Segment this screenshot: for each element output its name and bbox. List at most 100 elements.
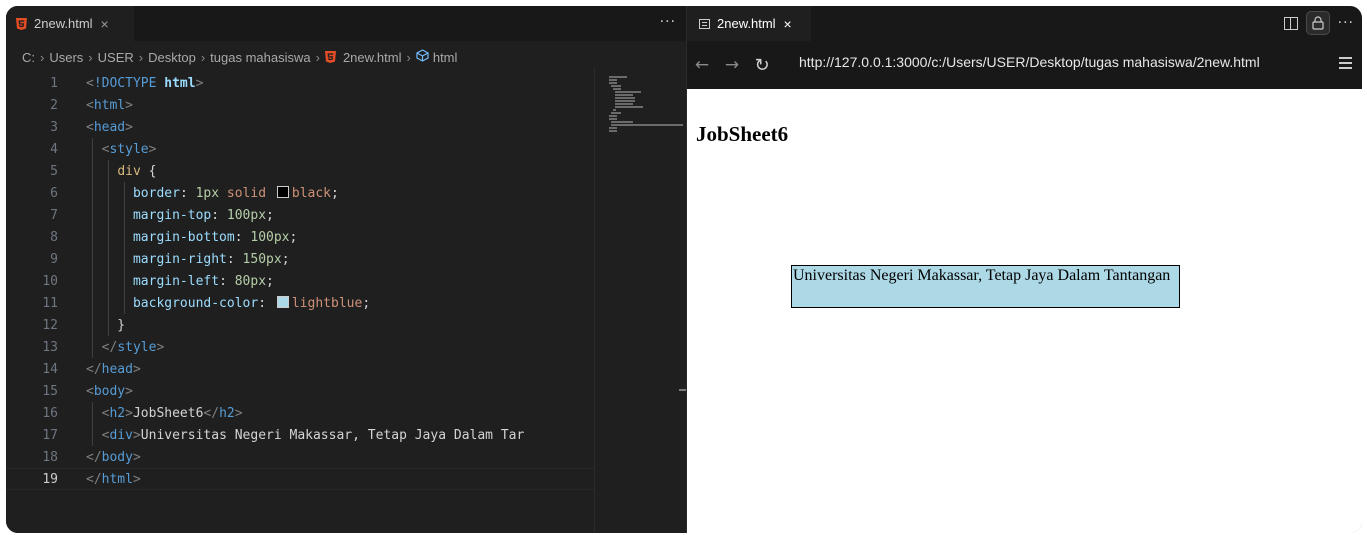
- code-line[interactable]: 2 <html>: [6, 94, 594, 116]
- breadcrumb: C: › Users › USER › Desktop › tugas maha…: [6, 46, 686, 68]
- code-text: <head>: [86, 119, 133, 135]
- line-number: 13: [42, 339, 58, 355]
- line-number: 7: [50, 207, 58, 223]
- close-icon[interactable]: ×: [101, 16, 109, 32]
- rendered-page: JobSheet6 Universitas Negeri Makassar, T…: [687, 89, 1362, 533]
- code-line[interactable]: 7 margin-top: 100px;: [6, 204, 594, 226]
- breadcrumb-item[interactable]: Desktop: [148, 50, 196, 65]
- minimap[interactable]: [594, 68, 687, 533]
- line-number: 11: [42, 295, 58, 311]
- line-number: 15: [42, 383, 58, 399]
- code-text: <div>Universitas Negeri Makassar, Tetap …: [101, 427, 525, 443]
- browser-nav-bar: ← → ↻ http://127.0.0.1:3000/c:/Users/USE…: [687, 41, 1362, 89]
- symbol-element-icon: [416, 49, 429, 65]
- split-editor-icon[interactable]: [1283, 16, 1298, 30]
- page-content-box: Universitas Negeri Makassar, Tetap Jaya …: [791, 265, 1180, 308]
- url-field[interactable]: http://127.0.0.1:3000/c:/Users/USER/Desk…: [799, 54, 1260, 76]
- html5-file-icon: [16, 17, 27, 30]
- code-line[interactable]: 17 <div>Universitas Negeri Makassar, Tet…: [6, 424, 594, 446]
- breadcrumb-item[interactable]: tugas mahasiswa: [210, 50, 310, 65]
- more-actions-icon[interactable]: ···: [660, 14, 676, 30]
- line-number: 6: [50, 185, 58, 201]
- back-arrow-icon[interactable]: ←: [687, 55, 717, 75]
- code-text: div {: [117, 163, 157, 179]
- code-line[interactable]: 12 }: [6, 314, 594, 336]
- line-number: 16: [42, 405, 58, 421]
- browser-tab-actions: ···: [1283, 11, 1354, 35]
- line-number: 18: [42, 449, 58, 465]
- editor-tab-2new-html[interactable]: 2new.html ×: [6, 6, 134, 41]
- breadcrumb-item[interactable]: C:: [22, 50, 35, 65]
- color-swatch[interactable]: [276, 296, 289, 308]
- code-text: <style>: [101, 141, 157, 157]
- code-line[interactable]: 13 </style>: [6, 336, 594, 358]
- html5-file-icon: [324, 51, 336, 63]
- code-text: margin-left: 80px;: [132, 273, 274, 289]
- line-number: 4: [50, 141, 58, 157]
- code-text: <h2>JobSheet6</h2>: [101, 405, 243, 421]
- line-number: 9: [50, 251, 58, 267]
- more-actions-icon[interactable]: ···: [1338, 15, 1354, 31]
- breadcrumb-item[interactable]: html: [433, 50, 458, 65]
- line-number: 5: [50, 163, 58, 179]
- browser-tab-2new-html[interactable]: 2new.html ×: [687, 6, 811, 41]
- breadcrumb-item[interactable]: 2new.html: [343, 50, 402, 65]
- code-text: margin-right: 150px;: [132, 251, 290, 267]
- lock-icon: [1312, 16, 1324, 30]
- code-line[interactable]: 14 </head>: [6, 358, 594, 380]
- code-text: margin-top: 100px;: [132, 207, 274, 223]
- browser-tab-bar: 2new.html × ···: [687, 6, 1362, 41]
- chevron-right-icon: ›: [406, 49, 411, 65]
- chevron-right-icon: ›: [88, 49, 93, 65]
- lock-group-button[interactable]: [1305, 11, 1330, 35]
- preview-icon: [699, 18, 710, 29]
- line-number: 14: [42, 361, 58, 377]
- code-text: </html>: [86, 471, 141, 487]
- forward-arrow-icon[interactable]: →: [717, 55, 747, 75]
- code-line[interactable]: 19 </html>: [6, 468, 594, 490]
- line-number: 19: [42, 471, 58, 487]
- code-line[interactable]: 16 <h2>JobSheet6</h2>: [6, 402, 594, 424]
- line-number: 12: [42, 317, 58, 333]
- code-text: }: [86, 317, 126, 333]
- code-text: <body>: [86, 383, 133, 399]
- code-text: </body>: [86, 449, 141, 465]
- editor-tab-label: 2new.html: [34, 16, 93, 31]
- code-line[interactable]: 8 margin-bottom: 100px;: [6, 226, 594, 248]
- code-line[interactable]: 11 background-color: lightblue;: [6, 292, 594, 314]
- menu-icon[interactable]: [1339, 57, 1352, 72]
- code-text: </style>: [101, 339, 165, 355]
- code-line[interactable]: 6 border: 1px solid black;: [6, 182, 594, 204]
- code-text: border: 1px solid black;: [132, 185, 339, 201]
- code-line[interactable]: 3 <head>: [6, 116, 594, 138]
- code-line[interactable]: 9 margin-right: 150px;: [6, 248, 594, 270]
- breadcrumb-item[interactable]: USER: [98, 50, 134, 65]
- code-editor-pane: 2new.html × ··· C: › Users › USER › Desk…: [6, 6, 687, 533]
- line-number: 17: [42, 427, 58, 443]
- code-line[interactable]: 15 <body>: [6, 380, 594, 402]
- code-line[interactable]: 4 <style>: [6, 138, 594, 160]
- line-number: 1: [50, 75, 58, 91]
- code-line[interactable]: 18 </body>: [6, 446, 594, 468]
- breadcrumb-item[interactable]: Users: [49, 50, 83, 65]
- reload-icon[interactable]: ↻: [747, 55, 777, 76]
- code-text: background-color: lightblue;: [132, 295, 371, 311]
- chevron-right-icon: ›: [315, 49, 320, 65]
- line-number: 2: [50, 97, 58, 113]
- chevron-right-icon: ›: [138, 49, 144, 65]
- app-window: 2new.html × ··· C: › Users › USER › Desk…: [6, 6, 1362, 533]
- color-swatch[interactable]: [276, 186, 289, 198]
- code-line[interactable]: 5 div {: [6, 160, 594, 182]
- line-number: 8: [50, 229, 58, 245]
- code-line[interactable]: 10 margin-left: 80px;: [6, 270, 594, 292]
- code-text: <html>: [86, 97, 133, 113]
- close-icon[interactable]: ×: [784, 16, 792, 32]
- line-number: 3: [50, 119, 58, 135]
- code-line[interactable]: 1 <!DOCTYPE html>: [6, 72, 594, 94]
- browser-tab-label: 2new.html: [717, 16, 776, 31]
- editor-tab-bar: 2new.html × ···: [6, 6, 686, 41]
- chevron-right-icon: ›: [200, 49, 206, 65]
- code-area[interactable]: 1 <!DOCTYPE html> 2 <html> 3 <head> 4 <style> 5…: [6, 72, 594, 533]
- chevron-right-icon: ›: [40, 49, 45, 65]
- line-number: 10: [42, 273, 58, 289]
